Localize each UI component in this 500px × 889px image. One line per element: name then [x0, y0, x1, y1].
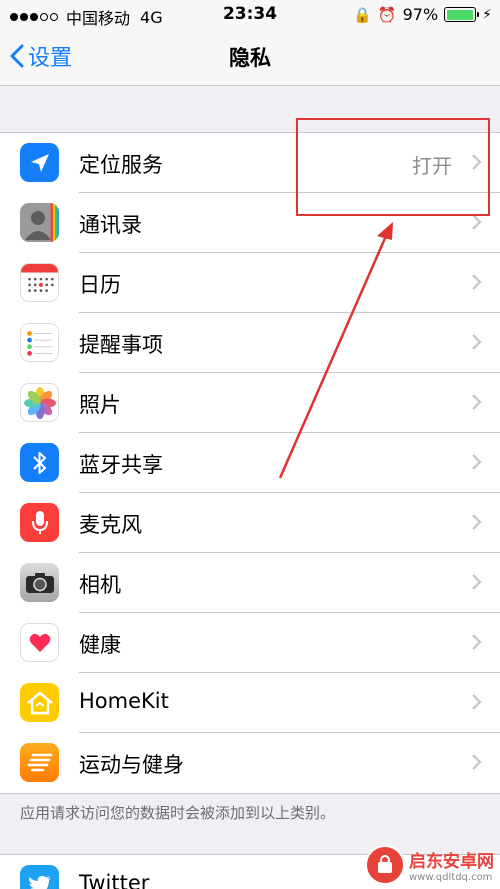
- list-item-bluetooth-sharing[interactable]: 蓝牙共享: [0, 433, 500, 493]
- watermark: 启东安卓网 www.qdltdq.com: [365, 845, 494, 885]
- battery-percent: 97%: [402, 5, 439, 24]
- battery-icon: [444, 7, 480, 22]
- list-item-label: 蓝牙共享: [79, 453, 163, 477]
- list-item-label: 运动与健身: [79, 753, 184, 777]
- chevron-right-icon: [472, 454, 482, 470]
- list-item-label: Twitter: [79, 871, 150, 889]
- list-item-camera[interactable]: 相机: [0, 553, 500, 613]
- alarm-icon: ⏰: [377, 5, 397, 24]
- photos-icon: [20, 383, 59, 422]
- chevron-right-icon: [472, 334, 482, 350]
- list-item-motion-fitness[interactable]: 运动与健身: [0, 733, 500, 793]
- privacy-list: 定位服务 打开 通讯录 日历 提醒事项 照片 蓝牙共享 麦克风 相机 健康 Ho…: [0, 132, 500, 794]
- annotation-highlight-box: [296, 118, 490, 216]
- list-item-reminders[interactable]: 提醒事项: [0, 313, 500, 373]
- motion-fitness-icon: [20, 743, 59, 782]
- health-heart-icon: [20, 623, 59, 662]
- microphone-icon: [20, 503, 59, 542]
- watermark-name: 启东安卓网: [409, 852, 494, 872]
- section-footer-note: 应用请求访问您的数据时会被添加到以上类别。: [20, 804, 336, 822]
- list-item-health[interactable]: 健康: [0, 613, 500, 673]
- homekit-house-icon: [20, 683, 59, 722]
- list-item-label: 麦克风: [79, 513, 142, 537]
- camera-icon: [20, 563, 59, 602]
- chevron-right-icon: [472, 514, 482, 530]
- chevron-right-icon: [472, 694, 482, 710]
- page-title: 隐私: [229, 46, 271, 70]
- calendar-icon: [20, 263, 59, 302]
- bluetooth-icon: [20, 443, 59, 482]
- list-item-label: 提醒事项: [79, 333, 163, 357]
- reminders-icon: [20, 323, 59, 362]
- charging-bolt-icon: ⚡: [482, 6, 492, 23]
- list-item-microphone[interactable]: 麦克风: [0, 493, 500, 553]
- watermark-logo-icon: [365, 845, 405, 885]
- list-item-label: 照片: [79, 393, 121, 417]
- list-item-label: 健康: [79, 633, 121, 657]
- chevron-right-icon: [472, 274, 482, 290]
- orientation-lock-icon: 🔒: [353, 5, 372, 24]
- chevron-right-icon: [472, 394, 482, 410]
- list-item-label: 日历: [79, 273, 121, 297]
- list-item-photos[interactable]: 照片: [0, 373, 500, 433]
- list-item-label: 定位服务: [79, 153, 163, 177]
- navigation-bar: 设置 隐私: [0, 28, 500, 86]
- list-item-label: HomeKit: [79, 689, 169, 713]
- chevron-right-icon: [472, 634, 482, 650]
- chevron-right-icon: [472, 754, 482, 770]
- list-item-calendar[interactable]: 日历: [0, 253, 500, 313]
- list-item-label: 通讯录: [79, 213, 142, 237]
- list-item-label: 相机: [79, 573, 121, 597]
- chevron-right-icon: [472, 574, 482, 590]
- watermark-url: www.qdltdq.com: [409, 872, 493, 883]
- contacts-icon: [20, 203, 59, 242]
- location-arrow-icon: [20, 143, 59, 182]
- twitter-bird-icon: [20, 865, 59, 889]
- status-bar: 中国移动 4G 23:34 🔒 ⏰ 97% ⚡: [0, 0, 500, 28]
- list-item-homekit[interactable]: HomeKit: [0, 673, 500, 733]
